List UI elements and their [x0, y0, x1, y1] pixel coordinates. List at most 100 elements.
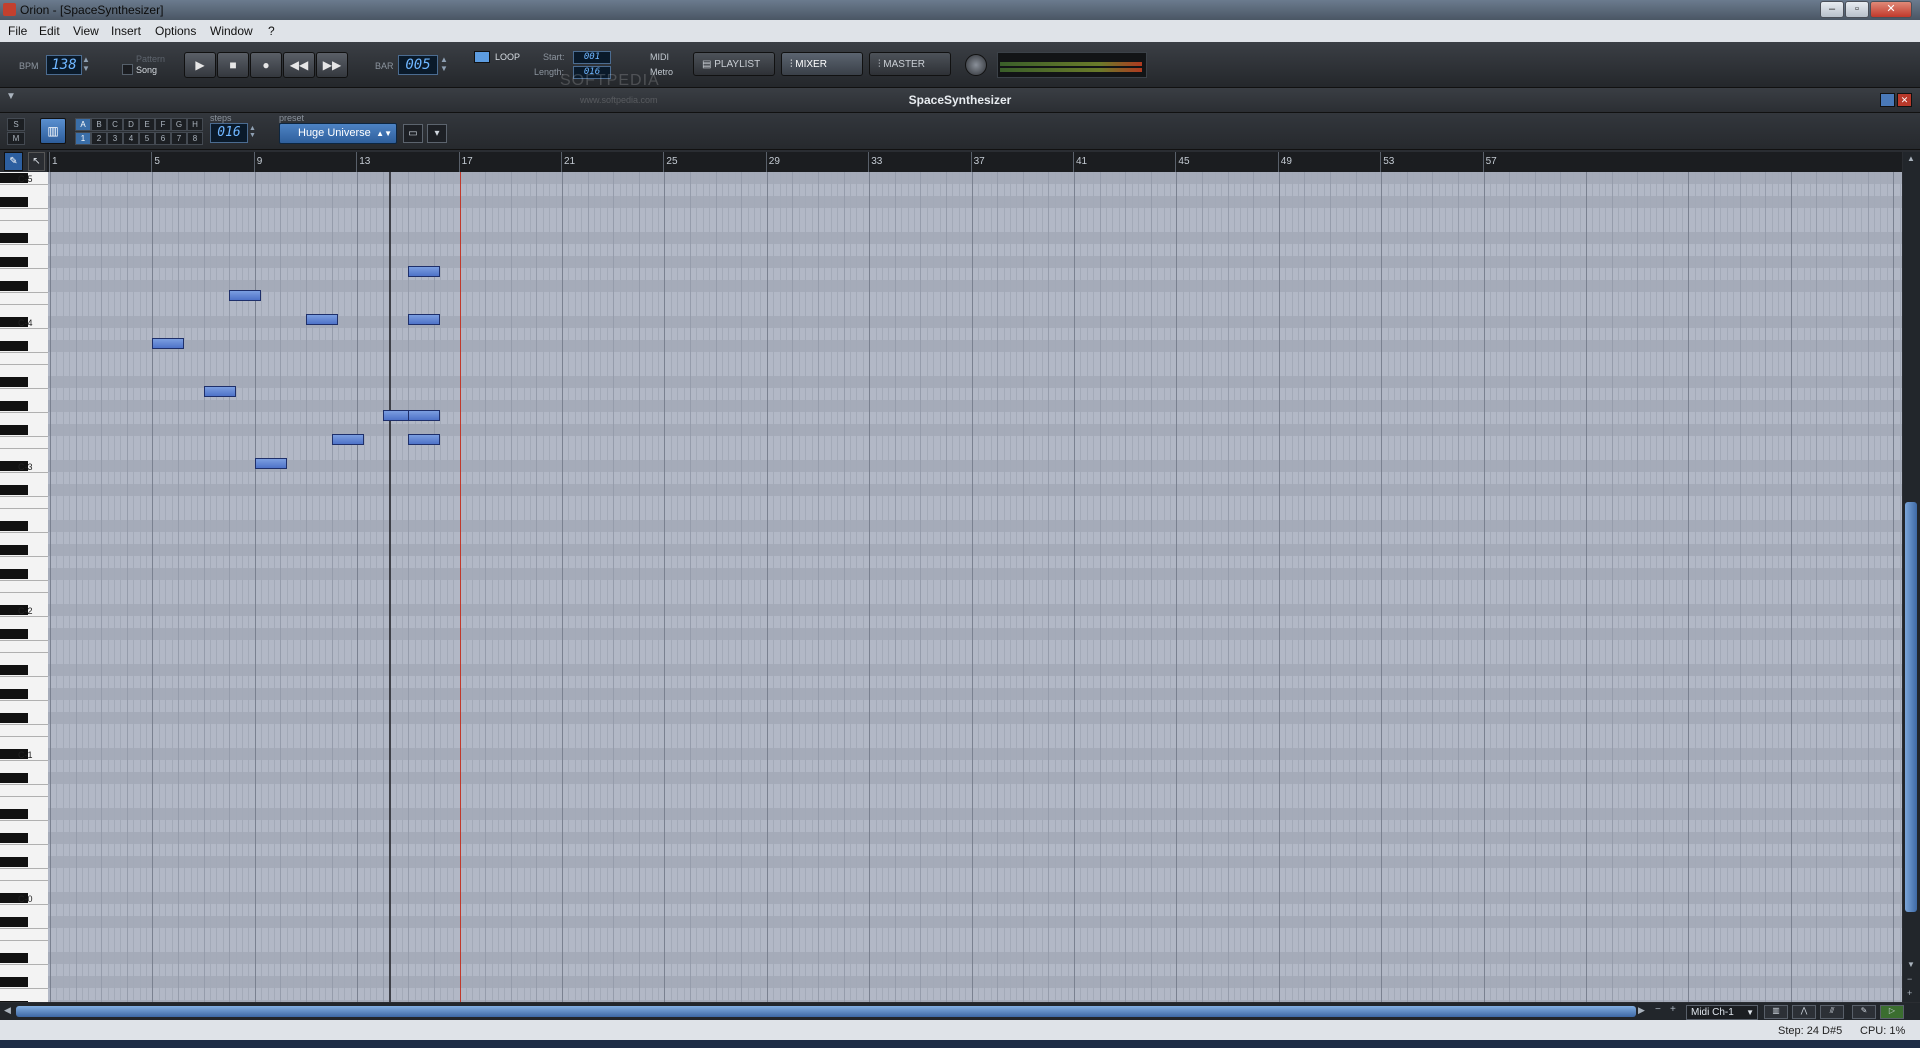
bar-display[interactable]: 005	[398, 55, 438, 75]
white-key-edge[interactable]	[0, 388, 48, 389]
black-key[interactable]	[0, 425, 28, 435]
white-key-edge[interactable]	[0, 580, 48, 581]
menu-edit[interactable]: Edit	[39, 24, 60, 38]
menu-view[interactable]: View	[73, 24, 99, 38]
open-preset-icon[interactable]: ▭	[403, 124, 423, 143]
black-key[interactable]	[0, 341, 28, 351]
mute-button[interactable]: M	[7, 132, 25, 145]
song-mode-radio[interactable]	[122, 64, 133, 75]
black-key[interactable]	[0, 521, 28, 531]
zoom-in-horizontal-icon[interactable]: +	[1670, 1004, 1676, 1015]
white-key-edge[interactable]	[0, 940, 48, 941]
white-key-edge[interactable]	[0, 880, 48, 881]
midi-note[interactable]	[306, 314, 338, 325]
white-key-edge[interactable]	[0, 496, 48, 497]
loop-end-marker[interactable]	[459, 172, 461, 1002]
note-grid[interactable]	[48, 172, 1902, 1002]
white-key-edge[interactable]	[0, 592, 48, 593]
pattern-bank-g[interactable]: G	[171, 118, 187, 131]
black-key[interactable]	[0, 233, 28, 243]
white-key-edge[interactable]	[0, 760, 48, 761]
bar-stepper-icon[interactable]: ▲ ▼	[440, 55, 448, 73]
white-key-edge[interactable]	[0, 556, 48, 557]
play-button[interactable]: ▶	[184, 52, 216, 78]
black-key[interactable]	[0, 713, 28, 723]
midi-note[interactable]	[408, 314, 441, 325]
white-key-edge[interactable]	[0, 724, 48, 725]
white-key-edge[interactable]	[0, 244, 48, 245]
black-key[interactable]	[0, 401, 28, 411]
timeline-ruler[interactable]: 1 5 9 13 17 21 25 29 33 37 41 45 49 53 57	[47, 152, 1902, 173]
white-key-edge[interactable]	[0, 736, 48, 737]
horizontal-scroll-thumb[interactable]	[16, 1006, 1636, 1017]
black-key[interactable]	[0, 197, 28, 207]
zoom-in-vertical-icon[interactable]: +	[1907, 988, 1912, 998]
black-key[interactable]	[0, 977, 28, 987]
midi-note[interactable]	[408, 410, 441, 421]
fast-forward-button[interactable]: ▶▶	[316, 52, 348, 78]
keyboard-view-icon[interactable]: ▥	[1764, 1005, 1788, 1019]
zoom-out-vertical-icon[interactable]: −	[1907, 974, 1912, 984]
black-key[interactable]	[0, 773, 28, 783]
vertical-scrollbar[interactable]: ▲ ▼ − +	[1903, 152, 1920, 1002]
master-button[interactable]: ⫶ MASTER	[869, 52, 951, 76]
white-key-edge[interactable]	[0, 448, 48, 449]
record-button[interactable]: ●	[250, 52, 282, 78]
black-key[interactable]	[0, 545, 28, 555]
pattern-mode-label[interactable]: Pattern	[136, 54, 165, 64]
menu-file[interactable]: File	[8, 24, 27, 38]
pattern-bank-e[interactable]: E	[139, 118, 155, 131]
midi-note[interactable]	[331, 434, 364, 445]
midi-note[interactable]	[254, 458, 287, 469]
black-key[interactable]	[0, 833, 28, 843]
black-key[interactable]	[0, 809, 28, 819]
loop-toggle[interactable]	[474, 51, 490, 63]
solo-button[interactable]: S	[7, 118, 25, 131]
pattern-slot-6[interactable]: 6	[155, 132, 171, 145]
pattern-slot-5[interactable]: 5	[139, 132, 155, 145]
white-key-edge[interactable]	[0, 532, 48, 533]
white-key-edge[interactable]	[0, 964, 48, 965]
black-key[interactable]	[0, 629, 28, 639]
white-key-edge[interactable]	[0, 988, 48, 989]
pattern-slot-8[interactable]: 8	[187, 132, 203, 145]
white-key-edge[interactable]	[0, 436, 48, 437]
menu-help[interactable]: ?	[268, 24, 275, 38]
white-key-edge[interactable]	[0, 328, 48, 329]
wrench-icon[interactable]: ✎	[1852, 1005, 1876, 1019]
pattern-slot-1[interactable]: 1	[75, 132, 91, 145]
song-mode-label[interactable]: Song	[136, 65, 157, 75]
white-key-edge[interactable]	[0, 796, 48, 797]
black-key[interactable]	[0, 377, 28, 387]
white-key-edge[interactable]	[0, 928, 48, 929]
rewind-button[interactable]: ◀◀	[283, 52, 315, 78]
white-key-edge[interactable]	[0, 652, 48, 653]
white-key-edge[interactable]	[0, 268, 48, 269]
window-close-icon[interactable]: ✕	[1897, 93, 1912, 107]
black-key[interactable]	[0, 953, 28, 963]
vertical-scroll-thumb[interactable]	[1905, 502, 1917, 912]
steps-display[interactable]: 016	[210, 123, 248, 143]
white-key-edge[interactable]	[0, 208, 48, 209]
white-key-edge[interactable]	[0, 844, 48, 845]
pattern-bank-f[interactable]: F	[155, 118, 171, 131]
master-volume-knob[interactable]	[965, 54, 987, 76]
white-key-edge[interactable]	[0, 640, 48, 641]
black-key[interactable]	[0, 917, 28, 927]
black-key[interactable]	[0, 257, 28, 267]
white-key-edge[interactable]	[0, 616, 48, 617]
black-key[interactable]	[0, 1001, 28, 1002]
white-key-edge[interactable]	[0, 364, 48, 365]
midi-note[interactable]	[408, 266, 441, 277]
velocity-view-icon[interactable]: ⋀	[1792, 1005, 1816, 1019]
black-key[interactable]	[0, 281, 28, 291]
white-key-edge[interactable]	[0, 784, 48, 785]
close-button[interactable]: ✕	[1870, 1, 1912, 18]
playhead-line[interactable]	[389, 172, 392, 1002]
select-tool-icon[interactable]: ↖	[28, 152, 45, 171]
pattern-bank-h[interactable]: H	[187, 118, 203, 131]
black-key[interactable]	[0, 857, 28, 867]
white-key-edge[interactable]	[0, 508, 48, 509]
black-key[interactable]	[0, 689, 28, 699]
black-key[interactable]	[0, 665, 28, 675]
